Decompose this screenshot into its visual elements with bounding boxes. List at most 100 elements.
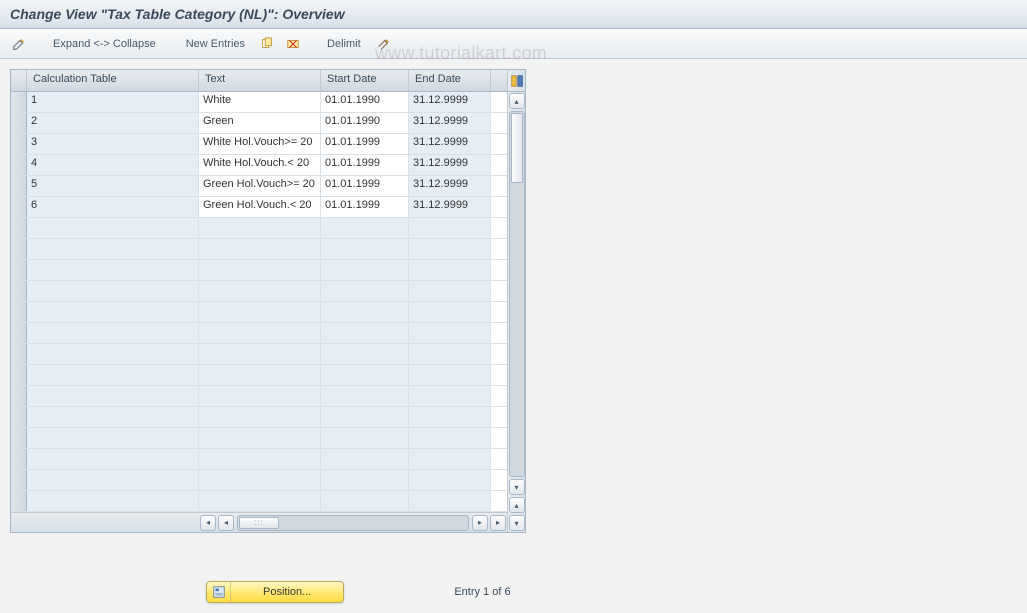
cell-calc[interactable] (27, 365, 199, 385)
cell-text[interactable] (199, 281, 321, 301)
cell-end[interactable] (409, 407, 491, 427)
undo-delimit-button[interactable] (372, 33, 394, 55)
cell-text[interactable] (199, 323, 321, 343)
vscroll-page-up-button[interactable]: ▴ (509, 497, 525, 513)
cell-start[interactable] (321, 239, 409, 259)
cell-calc[interactable] (27, 491, 199, 511)
vscroll-page-down-button[interactable]: ▾ (509, 515, 525, 531)
copy-button[interactable] (256, 33, 278, 55)
cell-calc[interactable]: 4 (27, 155, 199, 175)
row-selector[interactable] (11, 407, 27, 427)
cell-text[interactable] (199, 449, 321, 469)
hscroll-right-button[interactable]: ▸ (472, 515, 488, 531)
cell-text[interactable] (199, 218, 321, 238)
cell-start[interactable] (321, 386, 409, 406)
vscroll-track[interactable] (509, 111, 525, 477)
cell-text[interactable] (199, 344, 321, 364)
cell-end[interactable] (409, 323, 491, 343)
cell-calc[interactable]: 5 (27, 176, 199, 196)
row-selector-header[interactable] (11, 70, 27, 91)
cell-calc[interactable] (27, 386, 199, 406)
cell-end[interactable] (409, 449, 491, 469)
delimit-button[interactable]: Delimit (320, 33, 368, 55)
cell-start[interactable] (321, 407, 409, 427)
cell-end[interactable] (409, 491, 491, 511)
cell-end[interactable] (409, 365, 491, 385)
hscroll-track[interactable]: ::: (237, 515, 469, 531)
cell-start[interactable] (321, 218, 409, 238)
position-button[interactable]: Position... (206, 581, 344, 603)
cell-end[interactable]: 31.12.9999 (409, 155, 491, 175)
hscroll-thumb[interactable]: ::: (239, 517, 279, 529)
row-selector[interactable] (11, 449, 27, 469)
cell-end[interactable]: 31.12.9999 (409, 197, 491, 217)
cell-start[interactable] (321, 323, 409, 343)
row-selector[interactable] (11, 176, 27, 196)
cell-calc[interactable] (27, 239, 199, 259)
row-selector[interactable] (11, 92, 27, 112)
row-selector[interactable] (11, 218, 27, 238)
cell-text[interactable] (199, 428, 321, 448)
row-selector[interactable] (11, 197, 27, 217)
cell-start[interactable]: 01.01.1999 (321, 176, 409, 196)
cell-end[interactable] (409, 218, 491, 238)
cell-calc[interactable] (27, 302, 199, 322)
cell-start[interactable] (321, 428, 409, 448)
change-button[interactable] (8, 33, 30, 55)
cell-text[interactable] (199, 386, 321, 406)
cell-start[interactable]: 01.01.1990 (321, 92, 409, 112)
cell-end[interactable] (409, 470, 491, 490)
cell-text[interactable] (199, 491, 321, 511)
cell-start[interactable] (321, 302, 409, 322)
cell-calc[interactable] (27, 218, 199, 238)
cell-start[interactable]: 01.01.1999 (321, 197, 409, 217)
row-selector[interactable] (11, 323, 27, 343)
cell-calc[interactable] (27, 449, 199, 469)
cell-calc[interactable]: 6 (27, 197, 199, 217)
col-header-end[interactable]: End Date (409, 70, 491, 91)
cell-start[interactable] (321, 281, 409, 301)
cell-start[interactable] (321, 449, 409, 469)
cell-text[interactable]: Green (199, 113, 321, 133)
cell-end[interactable]: 31.12.9999 (409, 134, 491, 154)
cell-start[interactable]: 01.01.1999 (321, 155, 409, 175)
cell-text[interactable] (199, 365, 321, 385)
row-selector[interactable] (11, 344, 27, 364)
cell-end[interactable]: 31.12.9999 (409, 113, 491, 133)
row-selector[interactable] (11, 365, 27, 385)
cell-calc[interactable] (27, 323, 199, 343)
cell-start[interactable] (321, 344, 409, 364)
vscroll-thumb[interactable] (511, 113, 523, 183)
col-header-text[interactable]: Text (199, 70, 321, 91)
row-selector[interactable] (11, 155, 27, 175)
cell-text[interactable]: White Hol.Vouch>= 20 (199, 134, 321, 154)
cell-text[interactable]: Green Hol.Vouch.< 20 (199, 197, 321, 217)
delete-button[interactable] (282, 33, 304, 55)
row-selector[interactable] (11, 239, 27, 259)
cell-calc[interactable] (27, 344, 199, 364)
cell-start[interactable]: 01.01.1990 (321, 113, 409, 133)
cell-text[interactable] (199, 470, 321, 490)
row-selector[interactable] (11, 134, 27, 154)
cell-end[interactable] (409, 428, 491, 448)
cell-text[interactable] (199, 302, 321, 322)
cell-end[interactable] (409, 239, 491, 259)
cell-end[interactable] (409, 260, 491, 280)
cell-end[interactable] (409, 281, 491, 301)
row-selector[interactable] (11, 302, 27, 322)
select-all-button[interactable] (508, 70, 525, 92)
cell-text[interactable] (199, 407, 321, 427)
hscroll-first-button[interactable]: ◂ (200, 515, 216, 531)
col-header-start[interactable]: Start Date (321, 70, 409, 91)
cell-calc[interactable]: 3 (27, 134, 199, 154)
cell-calc[interactable] (27, 281, 199, 301)
row-selector[interactable] (11, 113, 27, 133)
cell-text[interactable] (199, 260, 321, 280)
col-header-calc[interactable]: Calculation Table (27, 70, 199, 91)
cell-text[interactable]: White (199, 92, 321, 112)
cell-start[interactable] (321, 260, 409, 280)
cell-end[interactable] (409, 302, 491, 322)
hscroll-last-button[interactable]: ▸ (490, 515, 506, 531)
vscroll-down-button[interactable]: ▾ (509, 479, 525, 495)
cell-end[interactable] (409, 344, 491, 364)
